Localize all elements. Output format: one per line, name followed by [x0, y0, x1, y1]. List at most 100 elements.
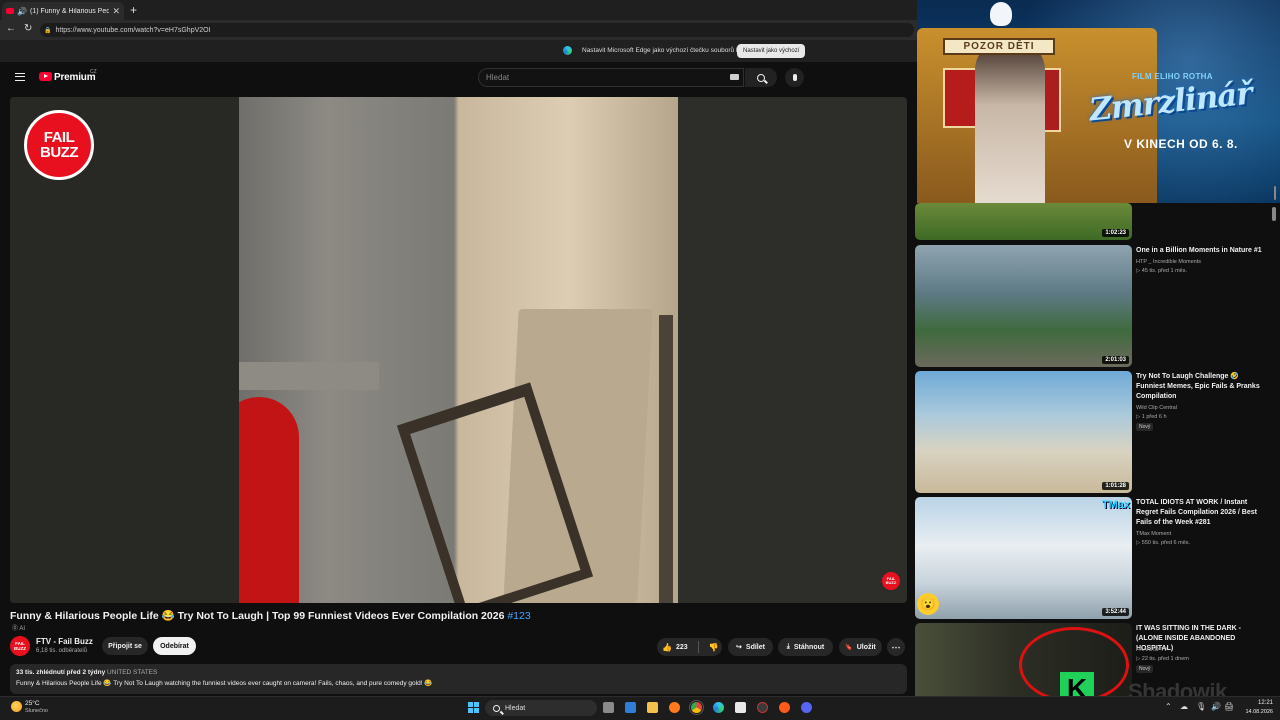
onedrive-icon[interactable]: ☁	[1180, 702, 1188, 711]
tray-overflow-icon[interactable]: ⌃	[1165, 702, 1172, 711]
new-badge: Nový	[1136, 423, 1154, 431]
description-box[interactable]: 33 tis. zhlédnutí před 2 týdny UNITED ST…	[10, 664, 907, 694]
video-player[interactable]: FAIL BUZZ FAIL BUZZ	[10, 97, 907, 603]
share-button[interactable]: ↪ Sdílet	[728, 638, 773, 656]
join-button[interactable]: Připojit se	[102, 637, 148, 655]
video-title-link[interactable]: Try Not To Laugh Challenge 🤣 Funniest Me…	[1136, 372, 1268, 402]
chrome-icon[interactable]	[689, 700, 704, 715]
description-meta: 33 tis. zhlédnutí před 2 týdny UNITED ST…	[16, 669, 901, 676]
ad-release-date: V KINECH OD 6. 8.	[1124, 137, 1238, 151]
clock-date[interactable]: 14.08.2026	[1239, 709, 1273, 715]
edge-icon[interactable]	[713, 702, 724, 713]
search-input[interactable]: Hledat	[478, 68, 744, 87]
like-icon[interactable]: 👍	[662, 643, 672, 652]
screen: 🔊 (1) Funny & Hilarious People Li ✕ + ← …	[0, 0, 1280, 720]
messenger-app-icon[interactable]	[801, 702, 812, 713]
microphone-tray-icon[interactable]: 🎙	[1196, 702, 1206, 711]
dislike-icon[interactable]: 👎	[709, 643, 719, 652]
youtube-favicon-icon	[6, 8, 14, 14]
video-channel[interactable]: FRANKO TV	[1136, 647, 1167, 653]
channel-name-link[interactable]: FTV - Fail Buzz	[36, 637, 93, 646]
like-count[interactable]: 223	[676, 644, 688, 651]
youtube-logo-icon[interactable]	[39, 72, 52, 81]
back-button[interactable]: ←	[6, 23, 16, 34]
download-label: Stáhnout	[793, 643, 825, 651]
channel-watermark-badge[interactable]: FAIL BUZZ	[882, 572, 900, 590]
search-button[interactable]	[745, 68, 777, 87]
reload-button[interactable]: ↻	[24, 23, 32, 34]
taskbar-search-box[interactable]: Hledat	[485, 700, 597, 716]
youtube-header	[0, 62, 918, 96]
keyboard-icon[interactable]	[730, 74, 739, 80]
address-bar-row: ← ↻ 🔒 https://www.youtube.com/watch?v=eH…	[0, 20, 918, 40]
ad-banner[interactable]: POZOR DĚTI FILM ELIHO ROTHA Zmrzlinář V …	[917, 0, 1280, 203]
video-hashtag-link[interactable]: #123	[507, 610, 530, 622]
edge-logo-icon	[563, 46, 572, 55]
channel-avatar[interactable]: FAIL BUZZ	[10, 636, 30, 656]
video-title-link[interactable]: TOTAL IDIOTS AT WORK / Instant Regret Fa…	[1136, 498, 1268, 528]
more-actions-icon[interactable]: ⋯	[887, 638, 905, 656]
firefox-dev-icon[interactable]	[779, 702, 790, 713]
shocked-emoji-icon: 😮	[917, 593, 939, 615]
settings-app-icon[interactable]	[757, 702, 768, 713]
video-thumbnail[interactable]: 1:02:23	[915, 203, 1132, 240]
video-duration: 1:01:28	[1102, 482, 1129, 490]
clock-time[interactable]: 12:21	[1243, 700, 1273, 706]
browser-tab-active[interactable]: 🔊 (1) Funny & Hilarious People Li ✕	[2, 2, 124, 20]
video-channel[interactable]: TMax Moment	[1136, 531, 1171, 537]
frame-shelf	[239, 362, 379, 390]
windows-start-icon[interactable]	[468, 702, 479, 713]
weather-description[interactable]: Slunečno	[25, 708, 48, 714]
save-button[interactable]: 🔖 Uložit	[839, 638, 882, 656]
lock-icon: 🔒	[44, 27, 52, 34]
recommendations-scroll-thumb[interactable]	[1272, 207, 1276, 221]
ai-label: ⓪ AI	[12, 626, 26, 632]
microphone-icon	[792, 74, 797, 81]
sun-icon[interactable]	[11, 701, 22, 712]
video-thumbnail[interactable]: TMax 😮 3:52:44	[915, 497, 1132, 619]
fail-buzz-logo-line1: FAIL	[43, 129, 75, 146]
search-icon	[757, 73, 765, 82]
player-blur-right	[678, 97, 907, 603]
download-button[interactable]: ⤓ Stáhnout	[778, 638, 833, 656]
taskbar-search-icon	[493, 704, 500, 712]
subscribe-button[interactable]: Odebírat	[153, 637, 196, 655]
share-icon: ↪	[736, 644, 742, 651]
browser-tab-strip: 🔊 (1) Funny & Hilarious People Li ✕ +	[0, 0, 918, 20]
channel-subscriber-count: 6,18 tis. odběratelů	[36, 648, 88, 654]
voice-search-button[interactable]	[785, 68, 804, 87]
task-view-icon[interactable]	[603, 702, 614, 713]
video-thumbnail[interactable]	[915, 623, 1132, 696]
hamburger-menu-icon[interactable]	[15, 73, 25, 81]
speaker-icon[interactable]: 🔊	[17, 7, 27, 16]
url-field[interactable]: 🔒 https://www.youtube.com/watch?v=eH7sGh…	[40, 23, 914, 37]
video-thumbnail[interactable]: 1:01:28	[915, 371, 1132, 493]
file-explorer-icon[interactable]	[647, 702, 658, 713]
fail-buzz-logo: FAIL BUZZ	[24, 110, 94, 180]
new-badge: Nový	[1136, 665, 1154, 673]
video-title-link[interactable]: One in a Billion Moments in Nature #1	[1136, 246, 1268, 256]
frame-person	[239, 397, 299, 603]
firefox-icon[interactable]	[669, 702, 680, 713]
ad-scroll-thumb[interactable]	[1274, 186, 1276, 200]
printer-icon[interactable]: 🖨	[1224, 702, 1234, 711]
info-bar-text: Nastavit Microsoft Edge jako výchozí čte…	[582, 47, 749, 54]
video-thumbnail[interactable]: 2:01:03	[915, 245, 1132, 367]
video-channel[interactable]: Wild Clip Central	[1136, 405, 1177, 411]
recommendations-list: 1:02:23 2:01:03 One in a Billion Moments…	[915, 203, 1280, 696]
weather-temperature[interactable]: 25°C	[25, 700, 40, 707]
search-placeholder: Hledat	[486, 73, 510, 82]
mail-app-icon[interactable]	[625, 702, 636, 713]
taskbar-search-label: Hledat	[505, 704, 526, 712]
set-default-button[interactable]: Nastavit jako výchozí	[737, 44, 806, 58]
country-code: CZ	[90, 69, 97, 75]
video-channel[interactable]: HTP _ Incredible Moments	[1136, 259, 1201, 265]
new-tab-button[interactable]: +	[130, 3, 137, 17]
volume-icon[interactable]: 🔊	[1211, 702, 1221, 711]
thumbnail-tag: TMax	[1101, 499, 1130, 511]
views-and-date: 33 tis. zhlédnutí před 2 týdny	[16, 669, 108, 676]
like-divider	[697, 641, 699, 653]
close-tab-icon[interactable]: ✕	[112, 6, 120, 17]
store-app-icon[interactable]	[735, 702, 746, 713]
windows-taskbar	[0, 696, 1280, 720]
